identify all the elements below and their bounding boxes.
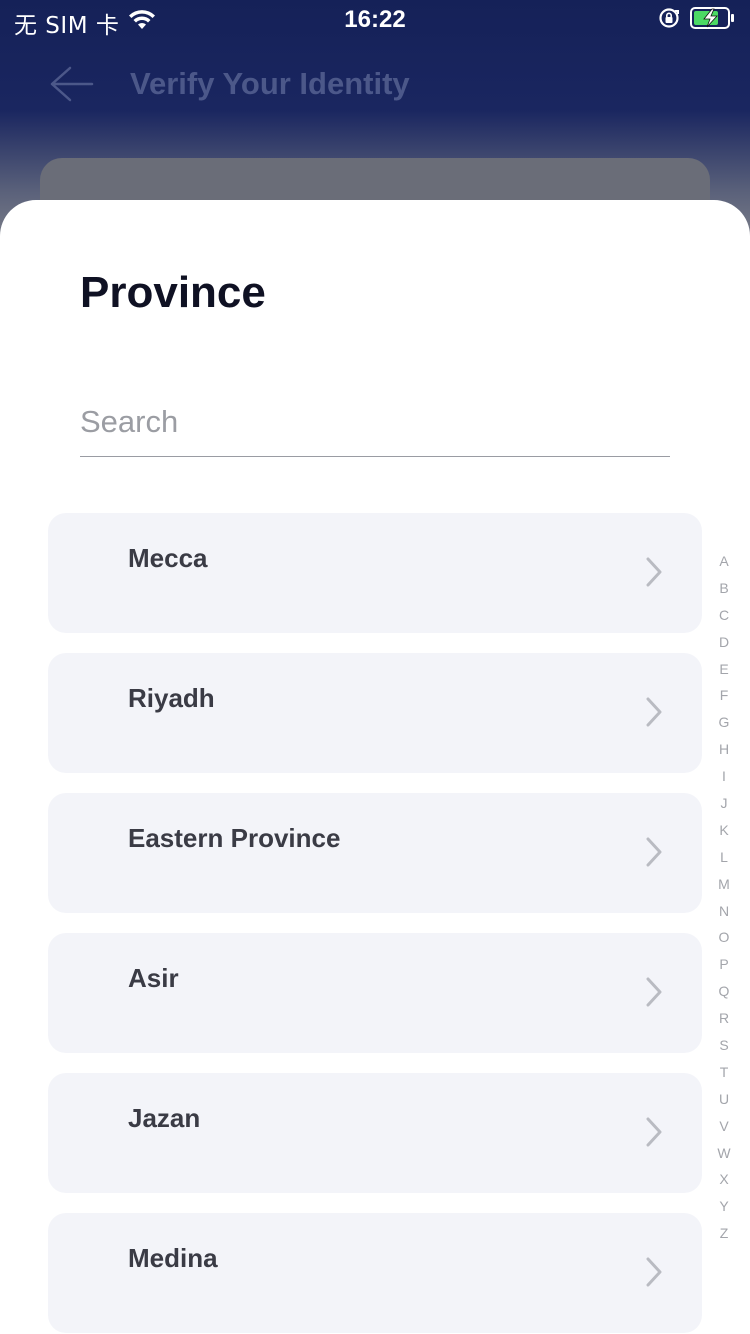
index-letter[interactable]: X [712, 1166, 736, 1193]
index-letter[interactable]: M [712, 871, 736, 898]
status-right [658, 6, 736, 37]
index-letter[interactable]: H [712, 736, 736, 763]
index-letter[interactable]: F [712, 682, 736, 709]
index-letter[interactable]: D [712, 629, 736, 656]
list-item[interactable]: Eastern Province [48, 793, 702, 913]
list-item-label: Medina [128, 1243, 218, 1273]
list-item[interactable]: Asir [48, 933, 702, 1053]
alphabet-index[interactable]: A B C D E F G H I J K L M N O P Q R S T … [712, 548, 736, 1247]
list-item[interactable]: Mecca [48, 513, 702, 633]
rotation-lock-icon [658, 7, 680, 36]
list-item-label: Eastern Province [128, 823, 341, 853]
index-letter[interactable]: E [712, 656, 736, 683]
province-list: Mecca Riyadh Eastern Province Asir Jazan… [48, 513, 702, 1334]
list-item[interactable]: Jazan [48, 1073, 702, 1193]
list-item-label: Mecca [128, 543, 208, 573]
background-header: Verify Your Identity [0, 50, 750, 120]
status-bar: 无 SIM 卡 16:22 [0, 0, 750, 40]
chevron-right-icon [646, 697, 662, 727]
index-letter[interactable]: U [712, 1086, 736, 1113]
chevron-right-icon [646, 1117, 662, 1147]
index-letter[interactable]: Y [712, 1193, 736, 1220]
search-field[interactable] [80, 400, 670, 457]
index-letter[interactable]: K [712, 817, 736, 844]
index-letter[interactable]: I [712, 763, 736, 790]
list-item-label: Jazan [128, 1103, 201, 1133]
index-letter[interactable]: O [712, 924, 736, 951]
status-time: 16:22 [344, 6, 406, 33]
list-item-label: Asir [128, 963, 179, 993]
index-letter[interactable]: A [712, 548, 736, 575]
chevron-right-icon [646, 977, 662, 1007]
index-letter[interactable]: Q [712, 978, 736, 1005]
index-letter[interactable]: P [712, 951, 736, 978]
index-letter[interactable]: Z [712, 1220, 736, 1247]
search-input[interactable] [80, 400, 670, 444]
index-letter[interactable]: N [712, 898, 736, 925]
chevron-right-icon [646, 1257, 662, 1287]
index-letter[interactable]: V [712, 1113, 736, 1140]
sheet-title: Province [80, 268, 266, 317]
index-letter[interactable]: T [712, 1059, 736, 1086]
index-letter[interactable]: J [712, 790, 736, 817]
chevron-right-icon [646, 837, 662, 867]
index-letter[interactable]: B [712, 575, 736, 602]
index-letter[interactable]: W [712, 1140, 736, 1167]
list-item-label: Riyadh [128, 683, 215, 713]
province-sheet: Province Mecca Riyadh Eastern Province A… [0, 200, 750, 1334]
chevron-right-icon [646, 557, 662, 587]
index-letter[interactable]: R [712, 1005, 736, 1032]
list-item[interactable]: Riyadh [48, 653, 702, 773]
arrow-left-icon[interactable] [48, 64, 94, 109]
index-letter[interactable]: S [712, 1032, 736, 1059]
list-item[interactable]: Medina [48, 1213, 702, 1333]
battery-charging-icon [690, 6, 736, 37]
index-letter[interactable]: L [712, 844, 736, 871]
background-title: Verify Your Identity [130, 66, 410, 101]
index-letter[interactable]: G [712, 709, 736, 736]
index-letter[interactable]: C [712, 602, 736, 629]
